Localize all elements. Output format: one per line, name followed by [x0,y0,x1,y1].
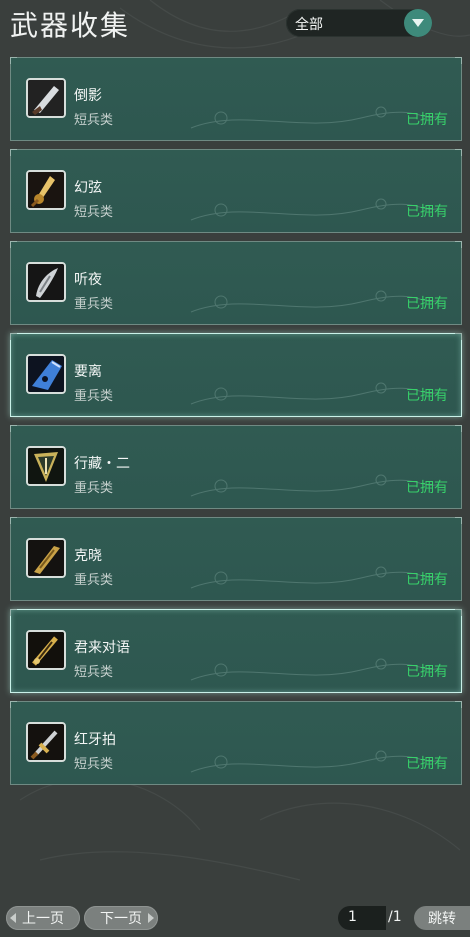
hilt-sword-icon [26,722,66,762]
weapon-item[interactable]: 行藏・二 重兵类 已拥有 [10,425,462,509]
weapon-name: 倒影 [74,88,102,104]
owned-status: 已拥有 [406,756,448,772]
dark-blade-icon [26,78,66,118]
owned-status: 已拥有 [406,296,448,312]
arrow-right-icon [148,913,154,923]
next-page-label: 下一页 [100,911,142,927]
prev-page-button[interactable]: 上一页 [6,906,80,930]
weapon-category: 重兵类 [74,573,114,588]
golden-sword-icon [26,170,66,210]
page-number-input[interactable]: 1 [338,906,386,930]
page-title: 武器收集 [10,9,131,42]
weapon-name: 君来对语 [74,640,130,656]
weapon-category: 短兵类 [74,205,114,220]
cloud-pattern-decoration [190,382,440,405]
prev-page-label: 上一页 [22,911,64,927]
owned-status: 已拥有 [406,572,448,588]
bronze-blade-icon [26,538,66,578]
weapon-item[interactable]: 倒影 短兵类 已拥有 [10,57,462,141]
weapon-item[interactable]: 听夜 重兵类 已拥有 [10,241,462,325]
owned-status: 已拥有 [406,388,448,404]
jump-button[interactable]: 跳转 [414,906,470,930]
weapon-category: 重兵类 [74,297,114,312]
weapon-category: 短兵类 [74,113,114,128]
weapon-category: 重兵类 [74,389,114,404]
weapon-item-selected[interactable]: 要离 重兵类 已拥有 [10,333,462,417]
owned-status: 已拥有 [406,480,448,496]
owned-status: 已拥有 [406,204,448,220]
weapon-item-selected[interactable]: 君来对语 短兵类 已拥有 [10,609,462,693]
weapon-name: 要离 [74,364,102,380]
cloud-pattern-decoration [190,198,440,221]
category-filter-dropdown[interactable]: 全部 [286,9,432,37]
cloud-pattern-decoration [190,474,440,497]
next-page-button[interactable]: 下一页 [84,906,158,930]
weapon-name: 听夜 [74,272,102,288]
weapon-name: 幻弦 [74,180,102,196]
weapon-item[interactable]: 幻弦 短兵类 已拥有 [10,149,462,233]
weapon-item[interactable]: 克晓 重兵类 已拥有 [10,517,462,601]
cloud-pattern-decoration [190,290,440,313]
steel-blade-icon [26,262,66,302]
filter-selected-value: 全部 [295,17,323,33]
cloud-pattern-decoration [190,106,440,129]
weapon-category: 重兵类 [74,481,114,496]
blue-blade-icon [26,354,66,394]
weapon-item[interactable]: 红牙拍 短兵类 已拥有 [10,701,462,785]
weapon-name: 克晓 [74,548,102,564]
ornate-sword-icon [26,630,66,670]
weapon-name: 红牙拍 [74,732,116,748]
weapon-name: 行藏・二 [74,456,130,472]
weapon-category: 短兵类 [74,665,114,680]
shield-blade-icon [26,446,66,486]
weapon-category: 短兵类 [74,757,114,772]
arrow-left-icon [10,913,16,923]
owned-status: 已拥有 [406,112,448,128]
owned-status: 已拥有 [406,664,448,680]
cloud-pattern-decoration [190,658,440,681]
total-pages: /1 [388,909,402,925]
chevron-down-icon[interactable] [404,9,432,37]
cloud-pattern-decoration [190,750,440,773]
cloud-pattern-decoration [190,566,440,589]
